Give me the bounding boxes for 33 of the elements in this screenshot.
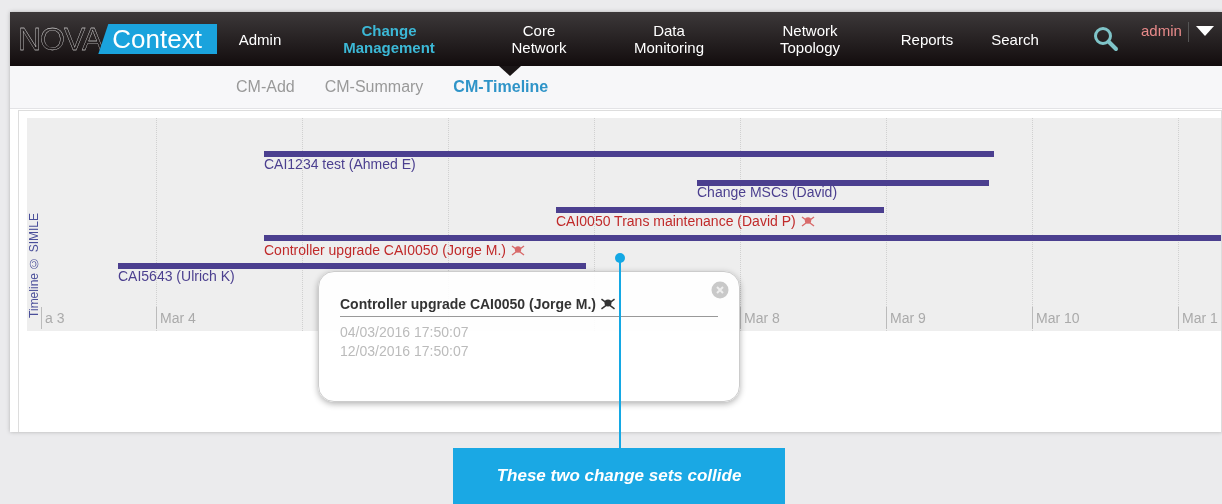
caret-icon[interactable]	[1194, 25, 1215, 37]
nav-item[interactable]: Admin	[217, 30, 303, 48]
nav-pointer	[499, 66, 521, 76]
skull-icon	[511, 244, 525, 256]
event-bar[interactable]	[264, 151, 994, 157]
date-tick-label: Mar 10	[1032, 307, 1080, 329]
callout-text: These two change sets collide	[496, 466, 742, 486]
nav-item[interactable]: Data Monitoring	[603, 22, 735, 56]
date-tick-label: Mar 4	[156, 307, 196, 329]
popup-title: Controller upgrade CAI0050 (Jorge M.)	[340, 296, 596, 312]
timeline-credit: Timeline © SIMILE	[27, 213, 41, 318]
close-icon[interactable]	[711, 281, 729, 299]
date-tick-label: Mar 9	[886, 307, 926, 329]
event-label[interactable]: Change MSCs (David)	[697, 184, 838, 200]
nav-item[interactable]: Core Network	[475, 22, 603, 56]
nav-item[interactable]: Search	[969, 30, 1061, 48]
nav-item[interactable]: Reports	[885, 30, 969, 48]
nav-item[interactable]: Change Management	[303, 22, 475, 56]
event-label[interactable]: CAI5643 (Ulrich K)	[118, 268, 235, 284]
event-label[interactable]: Controller upgrade CAI0050 (Jorge M.)	[264, 242, 506, 258]
event-label[interactable]: CAI0050 Trans maintenance (David P)	[556, 213, 796, 229]
date-tick-label: Mar 1	[1178, 307, 1218, 329]
skull-icon	[800, 215, 815, 227]
popup-end-date: 12/03/2016 17:50:07	[340, 342, 470, 361]
event-bar[interactable]	[264, 235, 1221, 241]
event-bar[interactable]	[697, 180, 989, 186]
user-name[interactable]: admin	[1141, 22, 1189, 42]
popup-start-date: 04/03/2016 17:50:07	[340, 323, 470, 342]
nav-item[interactable]: Network Topology	[735, 22, 885, 56]
event-bar[interactable]	[118, 263, 586, 269]
search-icon[interactable]	[1093, 26, 1119, 52]
event-bar[interactable]	[556, 207, 884, 213]
event-label[interactable]: CAI1234 test (Ahmed E)	[264, 156, 416, 172]
